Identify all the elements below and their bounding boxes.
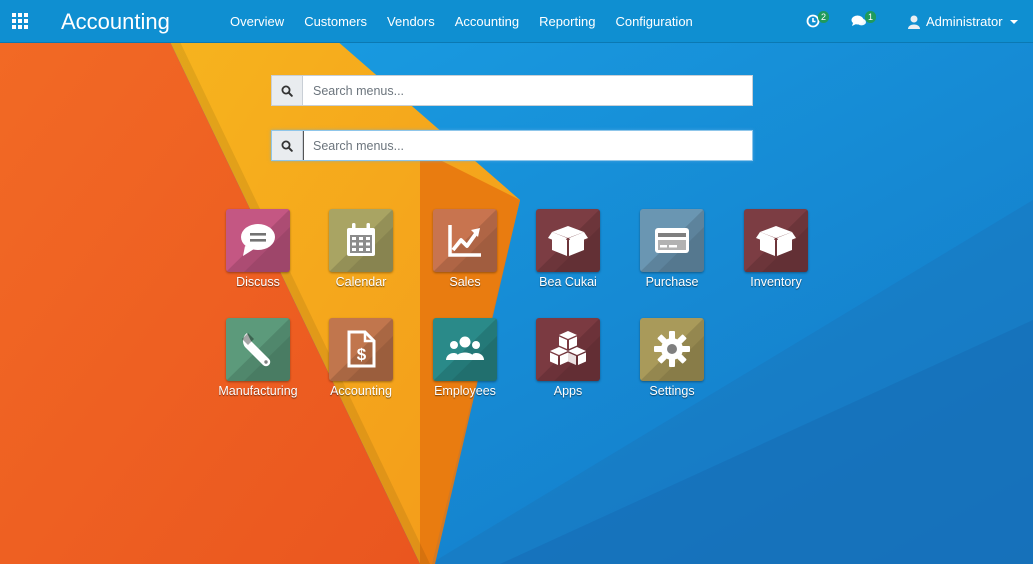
- app-tile: $: [329, 318, 393, 381]
- menu-item-overview[interactable]: Overview: [230, 14, 284, 29]
- gear-icon: [654, 331, 690, 367]
- caret-down-icon: [1009, 19, 1018, 24]
- app-purchase[interactable]: Purchase: [620, 209, 724, 309]
- search-input[interactable]: [303, 76, 752, 105]
- menu-item-accounting[interactable]: Accounting: [455, 14, 519, 29]
- chart-line-icon: [448, 225, 481, 257]
- speech-bubble-icon: [241, 224, 275, 256]
- credit-card-icon: [655, 228, 689, 253]
- app-label: Discuss: [236, 275, 280, 289]
- app-tile: [433, 318, 497, 381]
- user-name: Administrator: [926, 14, 1003, 29]
- app-tile: [640, 318, 704, 381]
- app-label: Sales: [449, 275, 481, 289]
- search-button-secondary[interactable]: [272, 131, 303, 160]
- app-grid-icon[interactable]: [12, 13, 30, 29]
- search-input-focused[interactable]: [303, 131, 752, 160]
- activities-count-badge: 2: [818, 11, 829, 23]
- top-navbar: Accounting Overview Customers Vendors Ac…: [0, 0, 1033, 43]
- app-tile: [536, 318, 600, 381]
- menu-search-bar: [271, 75, 753, 106]
- search-icon: [281, 140, 293, 152]
- box-icon: [756, 226, 796, 256]
- calendar-icon: [347, 223, 375, 256]
- app-accounting[interactable]: $ Accounting: [309, 318, 413, 418]
- app-tile: [226, 318, 290, 381]
- main-menu: Overview Customers Vendors Accounting Re…: [230, 0, 713, 43]
- app-label: Inventory: [750, 275, 802, 289]
- app-manufacturing[interactable]: Manufacturing: [206, 318, 310, 418]
- invoice-dollar-icon: $: [347, 330, 376, 368]
- menu-search-bar-active: [271, 130, 753, 161]
- app-tile: [640, 209, 704, 272]
- app-apps[interactable]: Apps: [516, 318, 620, 418]
- app-tile: [329, 209, 393, 272]
- app-label: Manufacturing: [218, 384, 298, 398]
- user-menu[interactable]: Administrator: [908, 0, 1018, 43]
- search-button[interactable]: [272, 76, 303, 105]
- app-label: Apps: [553, 384, 583, 398]
- app-bea-cukai[interactable]: Bea Cukai: [516, 209, 620, 309]
- users-icon: [446, 336, 484, 360]
- user-avatar-icon: [908, 15, 920, 29]
- app-tile: [433, 209, 497, 272]
- menu-item-configuration[interactable]: Configuration: [615, 14, 692, 29]
- app-tile: [226, 209, 290, 272]
- app-employees[interactable]: Employees: [413, 318, 517, 418]
- app-label: Employees: [434, 384, 496, 398]
- app-inventory[interactable]: Inventory: [724, 209, 828, 309]
- app-discuss[interactable]: Discuss: [206, 209, 310, 309]
- menu-item-reporting[interactable]: Reporting: [539, 14, 595, 29]
- svg-text:$: $: [357, 345, 367, 364]
- app-label: Calendar: [335, 275, 387, 289]
- box-icon: [548, 226, 588, 256]
- search-icon: [281, 85, 293, 97]
- app-settings[interactable]: Settings: [620, 318, 724, 418]
- app-label: Bea Cukai: [539, 275, 597, 289]
- wrench-icon: [242, 333, 271, 367]
- app-tile: [536, 209, 600, 272]
- app-tile: [744, 209, 808, 272]
- app-title[interactable]: Accounting: [61, 9, 170, 35]
- menu-item-customers[interactable]: Customers: [304, 14, 367, 29]
- app-label: Settings: [649, 384, 695, 398]
- messages-count-badge: 1: [865, 11, 876, 23]
- app-calendar[interactable]: Calendar: [309, 209, 413, 309]
- menu-item-vendors[interactable]: Vendors: [387, 14, 435, 29]
- app-sales[interactable]: Sales: [413, 209, 517, 309]
- app-label: Accounting: [330, 384, 392, 398]
- cubes-icon: [550, 331, 586, 365]
- app-label: Purchase: [645, 275, 699, 289]
